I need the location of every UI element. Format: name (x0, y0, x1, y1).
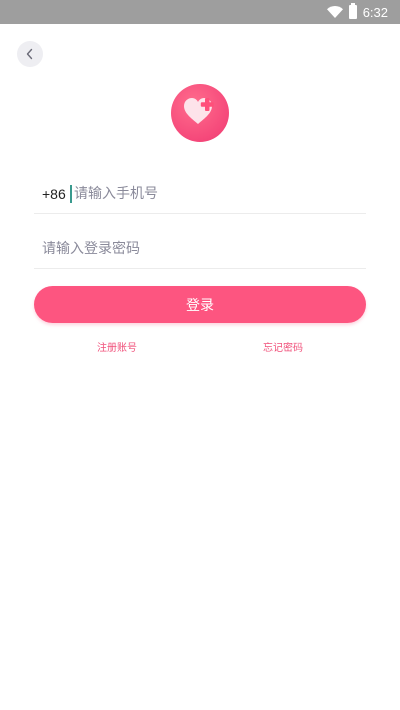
app-logo (171, 84, 229, 142)
status-indicators: 6:32 (326, 0, 388, 24)
battery-icon (348, 3, 357, 19)
back-button[interactable] (17, 41, 43, 67)
heart-plus-icon (183, 96, 217, 130)
register-link[interactable]: 注册账号 (97, 339, 137, 354)
phone-field-row: +86 (34, 175, 366, 214)
chevron-left-icon (25, 45, 35, 64)
country-code[interactable]: +86 (42, 186, 70, 202)
status-bar: 6:32 (0, 0, 400, 24)
status-time: 6:32 (362, 4, 388, 20)
password-field-row (34, 230, 366, 269)
phone-input[interactable] (74, 182, 354, 206)
login-button[interactable]: 登录 (34, 286, 366, 323)
password-input[interactable] (42, 237, 362, 261)
forgot-password-link[interactable]: 忘记密码 (263, 339, 303, 354)
wifi-icon (326, 6, 343, 18)
text-cursor (70, 185, 72, 203)
